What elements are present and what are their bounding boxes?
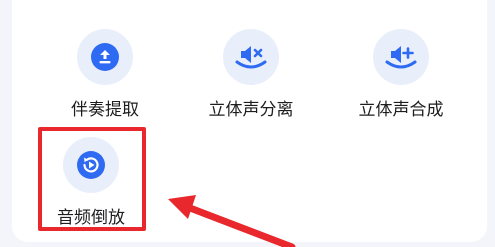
pointer-arrow-icon <box>168 195 296 247</box>
